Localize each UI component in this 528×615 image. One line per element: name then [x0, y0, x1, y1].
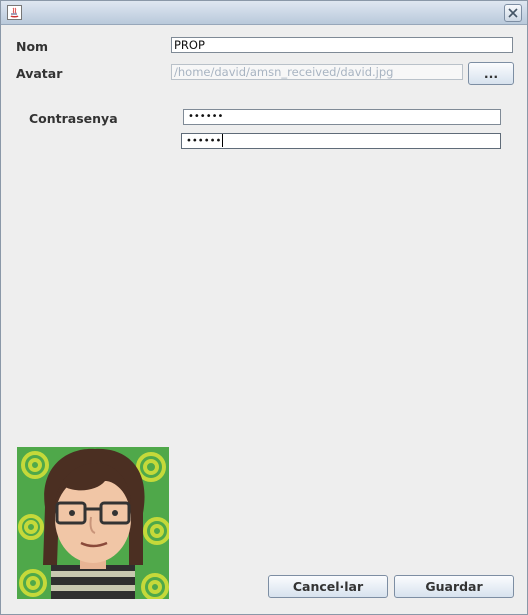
- cartoon-avatar-image: [17, 447, 169, 599]
- close-icon: [508, 8, 518, 18]
- password-confirm-text: ••••••: [186, 135, 222, 147]
- close-button[interactable]: [504, 4, 522, 22]
- password-confirm-field[interactable]: ••••••: [181, 133, 501, 149]
- title-bar[interactable]: [1, 1, 527, 25]
- avatar-path-field: /home/david/amsn_received/david.jpg: [171, 64, 463, 80]
- password-label: Contrasenya: [29, 111, 118, 126]
- profile-dialog: Nom PROP Avatar /home/david/amsn_receive…: [0, 0, 528, 615]
- password-field[interactable]: ••••••: [183, 109, 501, 125]
- name-label: Nom: [16, 39, 49, 54]
- browse-button[interactable]: ...: [468, 62, 514, 85]
- avatar-label: Avatar: [16, 66, 63, 81]
- java-app-icon: [7, 5, 22, 20]
- cancel-button[interactable]: Cancel·lar: [268, 575, 388, 598]
- save-button[interactable]: Guardar: [394, 575, 514, 598]
- avatar-preview: [17, 447, 169, 599]
- text-caret: [222, 134, 224, 147]
- name-field[interactable]: PROP: [171, 37, 513, 53]
